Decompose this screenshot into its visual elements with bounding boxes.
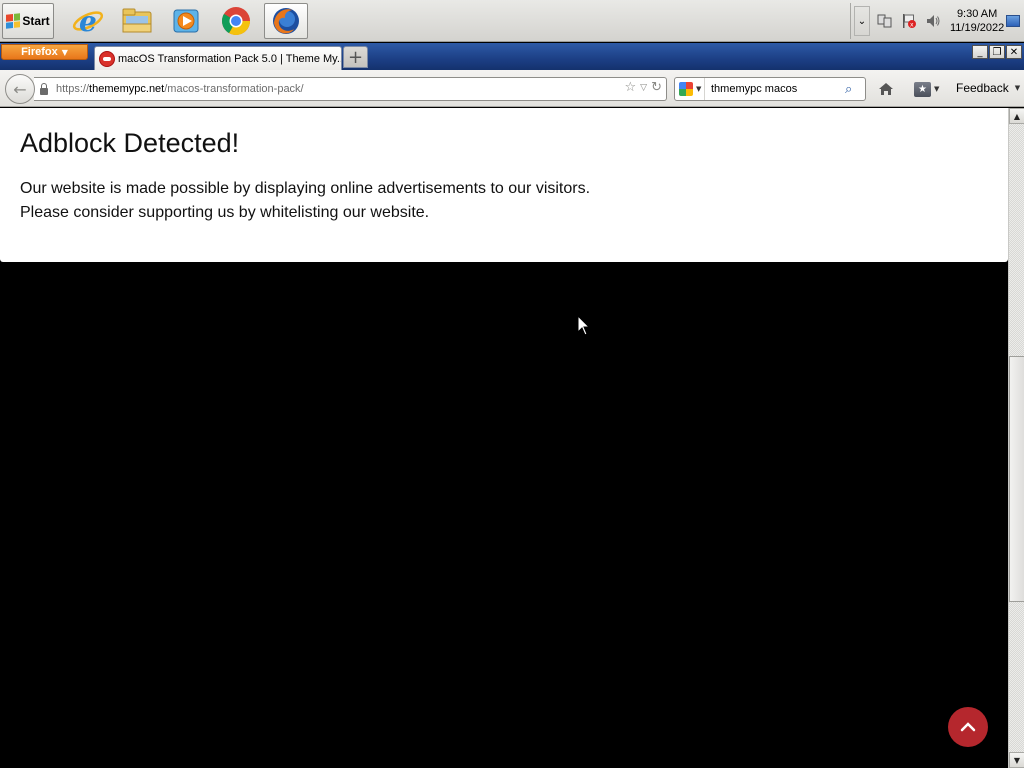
minimize-icon: _ — [977, 46, 983, 58]
chevron-down-icon: ▼ — [934, 85, 940, 93]
action-center-flag-icon[interactable]: x — [900, 12, 918, 30]
feedback-button[interactable]: Feedback ▼ — [956, 81, 1020, 95]
url-host: thememypc.net — [89, 83, 165, 95]
chevron-up-icon — [960, 722, 976, 732]
search-bar[interactable]: ▼ thmemypc macos ⌕ — [674, 77, 866, 101]
adblock-notice: Adblock Detected! Our website is made po… — [0, 108, 1008, 262]
search-icon[interactable]: ⌕ — [845, 82, 865, 97]
firefox-icon[interactable] — [264, 3, 308, 39]
history-dropdown-icon[interactable]: ▽ — [640, 80, 647, 95]
vertical-scrollbar[interactable]: ▲ ▼ — [1008, 108, 1024, 768]
restore-icon: ❐ — [992, 46, 1002, 58]
search-engine-selector[interactable]: ▼ — [675, 78, 705, 100]
browser-tab-strip: Firefox ▼ macOS Transformation Pack 5.0 … — [0, 43, 1024, 70]
scroll-down-arrow-icon[interactable]: ▼ — [1009, 752, 1024, 768]
svg-text:x: x — [910, 22, 914, 29]
firefox-menu-button[interactable]: Firefox ▼ — [1, 44, 88, 60]
plus-icon: + — [347, 46, 364, 68]
system-tray: ⌄ x 9:30 AM 11/19/2022 — [850, 3, 1024, 39]
page-viewport: Adblock Detected! Our website is made po… — [0, 108, 1008, 768]
volume-icon[interactable] — [924, 12, 942, 30]
chevron-down-icon: ▼ — [1014, 84, 1021, 92]
url-path: /macos-transformation-pack/ — [164, 83, 304, 95]
windows-explorer-icon[interactable] — [115, 3, 159, 39]
url-protocol: https:// — [56, 83, 90, 95]
clock-date: 11/19/2022 — [950, 22, 1005, 34]
taskbar: Start e ⌄ x 9:30 AM 11/19/2022 — [0, 0, 1024, 42]
adblock-message-line-2: Please consider supporting us by whiteli… — [20, 204, 430, 221]
google-icon — [679, 82, 693, 96]
close-icon: ✕ — [1009, 46, 1019, 58]
feedback-label: Feedback — [956, 81, 1009, 95]
start-button[interactable]: Start — [2, 3, 54, 39]
bookmarks-menu-button[interactable]: ★ ▼ — [914, 79, 944, 99]
search-input[interactable]: thmemypc macos — [705, 83, 845, 95]
navigation-toolbar: https://thememypc.net/macos-transformati… — [0, 70, 1024, 107]
close-window-button[interactable]: ✕ — [1006, 45, 1022, 59]
site-favicon-icon — [99, 50, 115, 67]
lock-icon — [40, 82, 48, 95]
system-clock[interactable]: 9:30 AM 11/19/2022 — [950, 7, 1004, 35]
minimize-button[interactable]: _ — [972, 45, 988, 59]
chrome-icon[interactable] — [214, 3, 258, 39]
windows-logo-icon — [6, 13, 21, 29]
firefox-menu-label: Firefox — [21, 46, 58, 58]
show-desktop-icon[interactable] — [1006, 15, 1020, 27]
scroll-up-arrow-icon[interactable]: ▲ — [1009, 108, 1024, 124]
address-bar[interactable]: https://thememypc.net/macos-transformati… — [34, 77, 667, 101]
internet-explorer-icon[interactable]: e — [66, 3, 110, 39]
tab-title: macOS Transformation Pack 5.0 | Theme My… — [118, 52, 342, 65]
bookmark-star-icon[interactable]: ☆ — [625, 80, 637, 95]
adblock-title: Adblock Detected! — [20, 128, 240, 158]
home-button[interactable] — [876, 79, 896, 99]
new-tab-button[interactable]: + — [343, 46, 368, 68]
bookmarks-icon: ★ — [914, 81, 931, 97]
start-label: Start — [22, 14, 50, 28]
mouse-cursor-icon — [577, 315, 591, 336]
scrollbar-thumb[interactable] — [1009, 356, 1024, 602]
svg-text:e: e — [79, 5, 97, 38]
chevron-down-icon: ▼ — [61, 47, 68, 57]
tray-expand-icon[interactable]: ⌄ — [854, 6, 870, 36]
media-player-icon[interactable] — [164, 3, 208, 39]
adblock-message-line-1: Our website is made possible by displayi… — [20, 180, 591, 197]
clock-time: 9:30 AM — [956, 8, 998, 20]
home-icon — [879, 83, 893, 95]
reload-icon[interactable]: ↻ — [651, 80, 662, 95]
back-button[interactable]: ← — [5, 74, 35, 104]
back-arrow-icon: ← — [13, 79, 27, 99]
restore-button[interactable]: ❐ — [989, 45, 1005, 59]
chevron-down-icon: ▼ — [696, 85, 702, 93]
scroll-to-top-button[interactable] — [948, 707, 988, 747]
network-icon[interactable] — [876, 12, 894, 30]
tab-active[interactable]: macOS Transformation Pack 5.0 | Theme My… — [94, 46, 342, 70]
